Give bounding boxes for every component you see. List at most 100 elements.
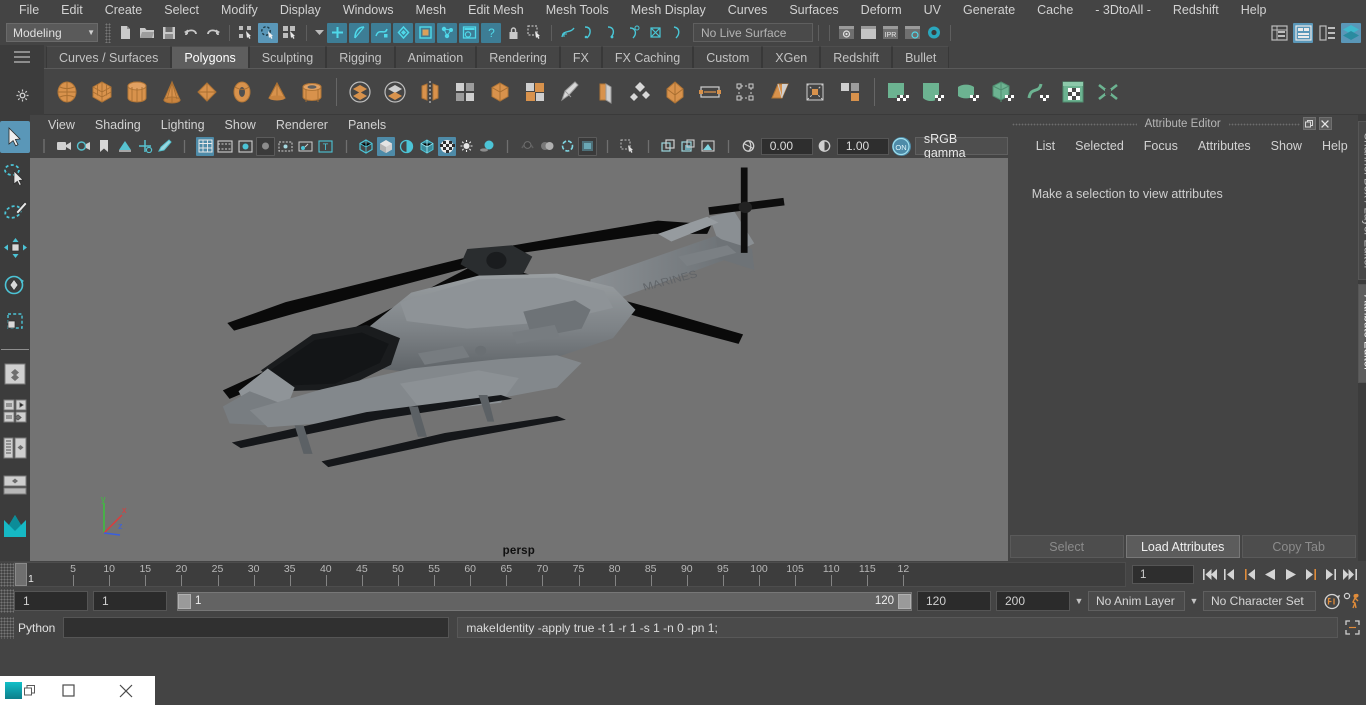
- open-outliner-icon[interactable]: [1269, 23, 1289, 43]
- poly-cube-icon[interactable]: [85, 75, 119, 109]
- viewport-menu-panels[interactable]: Panels: [338, 118, 396, 132]
- script-editor-icon[interactable]: [1342, 618, 1362, 638]
- status-line-grip[interactable]: [105, 22, 111, 43]
- gamma-icon[interactable]: [816, 137, 834, 156]
- viewport-menu-view[interactable]: View: [38, 118, 85, 132]
- range-slider-track[interactable]: 1 120: [177, 591, 912, 611]
- poly-cone-icon[interactable]: [155, 75, 189, 109]
- menu-item-windows[interactable]: Windows: [332, 1, 405, 19]
- poly-target-weld-icon[interactable]: [798, 75, 832, 109]
- poly-bridge-icon[interactable]: [728, 75, 762, 109]
- wireframe-on-shaded-icon[interactable]: [417, 137, 435, 156]
- snap-curve-3-icon[interactable]: [602, 23, 622, 43]
- open-attribute-editor-icon[interactable]: [1293, 22, 1313, 43]
- snap-to-curve-icon[interactable]: [349, 22, 369, 43]
- four-view-layout[interactable]: [0, 395, 30, 427]
- open-channel-box-icon[interactable]: [1341, 22, 1361, 43]
- vertical-tab-attribute-editor[interactable]: Attribute Editor: [1357, 284, 1366, 383]
- ao-icon[interactable]: [518, 137, 536, 156]
- bookmark-icon[interactable]: [95, 137, 113, 156]
- poly-plane-icon[interactable]: [190, 75, 224, 109]
- command-language-label[interactable]: Python: [14, 621, 63, 635]
- play-backwards-icon[interactable]: [1260, 564, 1280, 586]
- 2d-pan-zoom-icon[interactable]: [136, 137, 154, 156]
- chevron-down-icon[interactable]: [313, 23, 325, 43]
- poly-boolean-difference-icon[interactable]: [378, 75, 412, 109]
- ipr-render-icon[interactable]: [858, 23, 878, 43]
- poly-bevel-icon[interactable]: [623, 75, 657, 109]
- scale-tool[interactable]: [0, 306, 30, 338]
- maximize-window-icon[interactable]: [40, 684, 98, 697]
- persp-graph-layout[interactable]: [0, 469, 30, 501]
- new-scene-icon[interactable]: [115, 23, 135, 43]
- gamma-field[interactable]: 1.00: [836, 137, 889, 155]
- shelf-tab-rigging[interactable]: Rigging: [326, 46, 395, 68]
- select-button[interactable]: Select: [1009, 535, 1124, 558]
- rotate-tool[interactable]: [0, 269, 30, 301]
- film-gate-icon[interactable]: [216, 137, 234, 156]
- menu-set-selector[interactable]: Modeling ▼: [6, 23, 98, 42]
- select-tool[interactable]: [0, 121, 30, 153]
- smooth-shade-all-icon[interactable]: [377, 136, 396, 156]
- shelf-tab-sculpting[interactable]: Sculpting: [248, 46, 327, 68]
- exposure-field[interactable]: 0.00: [760, 137, 813, 155]
- shadows-icon[interactable]: [478, 137, 496, 156]
- menu-item-display[interactable]: Display: [269, 1, 332, 19]
- current-frame-field[interactable]: 1: [1132, 565, 1194, 584]
- lock-selection-icon[interactable]: [503, 23, 523, 43]
- hypershade-icon[interactable]: [924, 23, 944, 43]
- render-settings-icon[interactable]: IPR: [880, 23, 900, 43]
- menu-item-modify[interactable]: Modify: [210, 1, 269, 19]
- maya-icon[interactable]: [0, 506, 30, 544]
- ae-menu-help[interactable]: Help: [1312, 139, 1358, 153]
- poly-sphere-icon[interactable]: [50, 75, 84, 109]
- menu-item-generate[interactable]: Generate: [952, 1, 1026, 19]
- xray-icon[interactable]: [619, 137, 637, 156]
- viewport-menu-renderer[interactable]: Renderer: [266, 118, 338, 132]
- make-live-icon[interactable]: [437, 22, 457, 43]
- menu-item-uv[interactable]: UV: [913, 1, 952, 19]
- help-icon[interactable]: ?: [481, 22, 501, 43]
- menu-item-curves[interactable]: Curves: [717, 1, 779, 19]
- save-scene-icon[interactable]: [159, 23, 179, 43]
- uv-cylindrical-icon[interactable]: [916, 75, 950, 109]
- film-origin-icon[interactable]: [277, 137, 295, 156]
- xray-active-components-icon[interactable]: [679, 137, 697, 156]
- uv-automatic-icon[interactable]: [986, 75, 1020, 109]
- command-input[interactable]: [63, 617, 450, 638]
- poly-pyramid-icon[interactable]: [260, 75, 294, 109]
- snap-curve-5-icon[interactable]: [668, 23, 688, 43]
- menu-item-surfaces[interactable]: Surfaces: [778, 1, 849, 19]
- shelf-tab-redshift[interactable]: Redshift: [820, 46, 893, 68]
- resolution-gate-icon[interactable]: [236, 137, 254, 156]
- render-current-frame-icon[interactable]: [836, 23, 856, 43]
- shelf-tab-fx-caching[interactable]: FX Caching: [601, 46, 694, 68]
- close-icon[interactable]: [1318, 117, 1332, 130]
- auto-key-icon[interactable]: [1322, 590, 1342, 612]
- color-management-toggle-icon[interactable]: ON: [891, 136, 911, 156]
- menu-item-mesh-tools[interactable]: Mesh Tools: [535, 1, 620, 19]
- go-to-end-icon[interactable]: [1340, 564, 1360, 586]
- open-scene-icon[interactable]: [137, 23, 157, 43]
- ae-menu-selected[interactable]: Selected: [1065, 139, 1134, 153]
- close-window-icon[interactable]: [98, 684, 156, 698]
- select-by-object-icon[interactable]: [258, 22, 278, 43]
- viewport-menu-shading[interactable]: Shading: [85, 118, 151, 132]
- screenspace-ao-icon[interactable]: [699, 137, 717, 156]
- snap-curve-4-icon[interactable]: [624, 23, 644, 43]
- ae-menu-focus[interactable]: Focus: [1134, 139, 1188, 153]
- image-plane-icon[interactable]: [116, 137, 134, 156]
- grid-toggle-icon[interactable]: [196, 136, 215, 156]
- anim-layer-field[interactable]: No Anim Layer: [1088, 591, 1185, 611]
- shelf-tab-rendering[interactable]: Rendering: [476, 46, 560, 68]
- restore-icon[interactable]: [1302, 117, 1316, 130]
- shelf-grip[interactable]: [14, 51, 30, 63]
- lasso-select-tool[interactable]: [0, 158, 30, 190]
- motion-blur-icon[interactable]: [538, 137, 556, 156]
- undo-icon[interactable]: [181, 23, 201, 43]
- textured-icon[interactable]: [437, 136, 456, 156]
- ae-menu-list[interactable]: List: [1026, 139, 1065, 153]
- menu-item-edit-mesh[interactable]: Edit Mesh: [457, 1, 535, 19]
- viewport-menu-show[interactable]: Show: [215, 118, 266, 132]
- safe-title-icon[interactable]: T: [317, 137, 335, 156]
